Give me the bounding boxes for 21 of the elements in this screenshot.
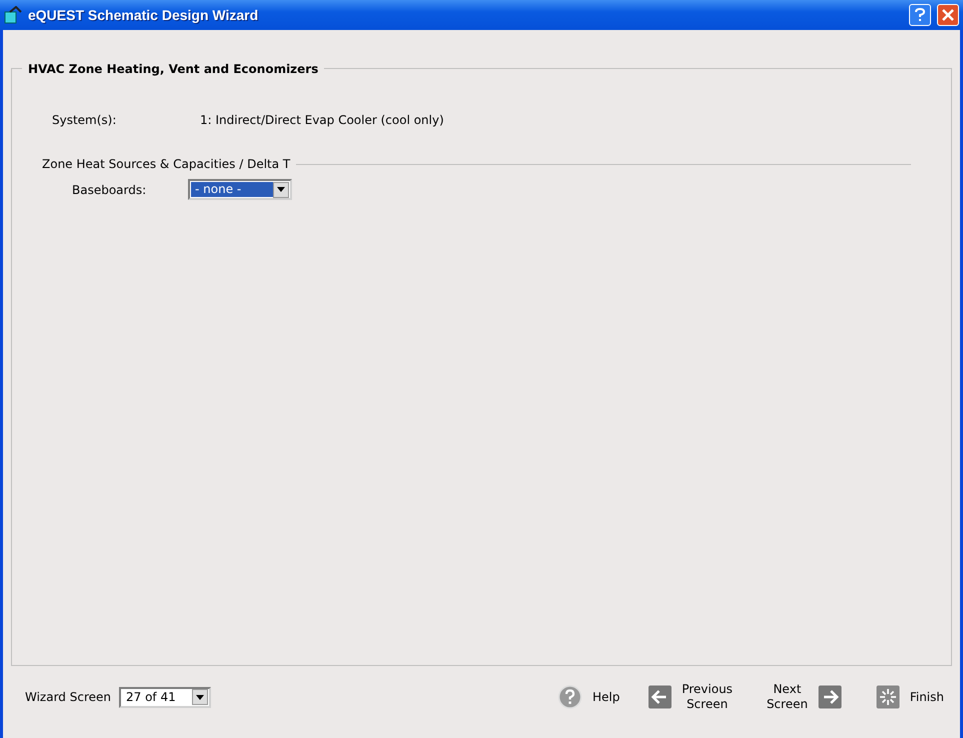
sparkle-icon [876, 685, 900, 709]
app-icon [4, 6, 22, 24]
dropdown-arrow-icon [196, 694, 204, 700]
finish-button[interactable]: Finish [876, 685, 944, 709]
dropdown[interactable]: - none - [188, 179, 292, 200]
previous-button[interactable]: Previous Screen [648, 682, 733, 712]
screen-dropdown[interactable]: 27 of 41 [119, 686, 211, 708]
close-button[interactable] [937, 4, 959, 26]
help-button[interactable] [909, 4, 931, 26]
system-value: 1: Indirect/Direct Evap Cooler (cool only) [200, 112, 444, 129]
help-button[interactable]: Help [558, 685, 620, 709]
next-button[interactable]: Next Screen [766, 682, 842, 712]
footer-label: Wizard Screen [25, 689, 111, 706]
dropdown-arrow-icon [277, 187, 285, 192]
close-icon [942, 9, 954, 21]
section-title: Zone Heat Sources & Capacities / Delta T [42, 156, 290, 173]
field-label: System(s): [52, 112, 118, 129]
window-title: eQUEST Schematic Design Wizard [28, 6, 258, 25]
help-icon [558, 685, 582, 709]
question-mark-icon [914, 8, 926, 22]
field-label: Baseboards: [72, 182, 148, 198]
